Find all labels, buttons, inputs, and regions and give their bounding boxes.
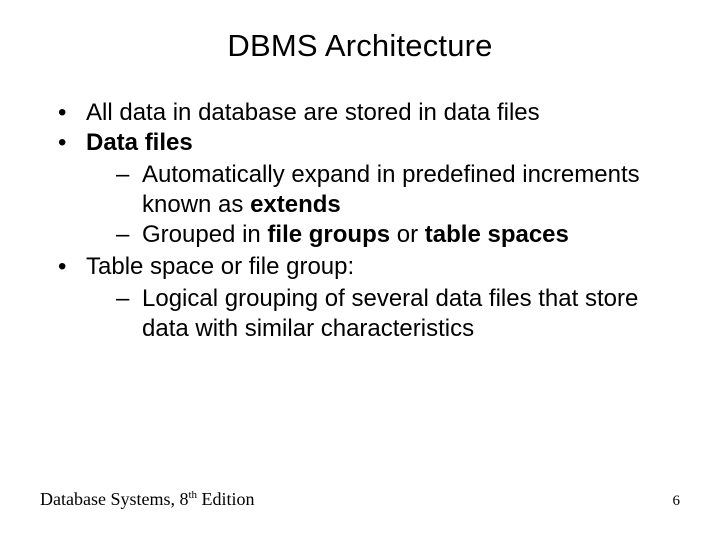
sub-bullet-list: Automatically expand in predefined incre… xyxy=(86,160,680,250)
bullet-item: Data files Automatically expand in prede… xyxy=(58,128,680,250)
footer-book: Database Systems, 8th Edition xyxy=(40,489,255,510)
footer-book-text: Database Systems, 8 xyxy=(40,489,188,509)
slide: DBMS Architecture All data in database a… xyxy=(0,0,720,540)
footer-book-sup: th xyxy=(188,489,197,501)
bold-term: file groups xyxy=(267,221,390,248)
bullet-text: Data files xyxy=(86,129,193,156)
footer-book-suffix: Edition xyxy=(197,489,255,509)
page-number: 6 xyxy=(673,493,681,510)
bold-term: table spaces xyxy=(425,221,569,248)
bullet-item: All data in database are stored in data … xyxy=(58,98,680,128)
sub-bullet-text: Logical grouping of several data files t… xyxy=(142,285,638,342)
slide-title: DBMS Architecture xyxy=(40,28,680,64)
sub-bullet-item: Automatically expand in predefined incre… xyxy=(116,160,680,220)
bullet-item: Table space or file group: Logical group… xyxy=(58,252,680,344)
sub-bullet-item: Logical grouping of several data files t… xyxy=(116,284,680,344)
sub-bullet-text: Automatically expand in predefined incre… xyxy=(142,161,640,218)
sub-bullet-text: or xyxy=(390,221,425,248)
sub-bullet-item: Grouped in file groups or table spaces xyxy=(116,220,680,250)
bullet-text: Table space or file group: xyxy=(86,253,354,280)
bullet-list: All data in database are stored in data … xyxy=(40,98,680,344)
sub-bullet-list: Logical grouping of several data files t… xyxy=(86,284,680,344)
sub-bullet-text: Grouped in xyxy=(142,221,267,248)
bold-term: extends xyxy=(250,191,341,218)
bullet-text: All data in database are stored in data … xyxy=(86,99,540,126)
